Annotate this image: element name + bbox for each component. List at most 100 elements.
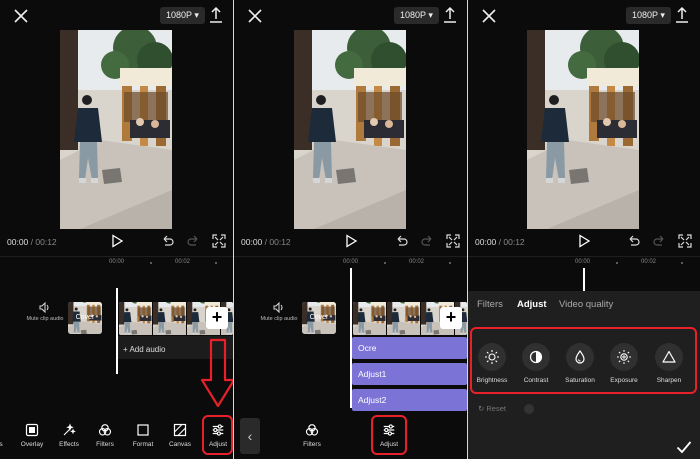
undo-icon[interactable] [627,234,641,248]
highlight-adjust-tool [202,415,233,455]
timeline-divider [468,256,700,257]
ruler-start: 00:00 [109,259,125,265]
playhead[interactable] [583,268,585,291]
tool-filters-label: Filters [303,441,321,448]
undo-icon[interactable] [161,234,175,248]
tab-video-quality[interactable]: Video quality [559,299,613,310]
ruler-dot [449,262,451,264]
timecode: 00:00 / 00:12 [7,237,57,247]
tab-filters[interactable]: Filters [477,299,503,310]
tool-effects-label: Effects [59,441,79,448]
ruler-dot [681,262,683,264]
export-icon[interactable] [442,6,458,24]
add-clip-button[interactable]: + [440,307,462,329]
mute-clip-audio-label: Mute clip audio [260,316,298,322]
export-icon[interactable] [208,6,224,24]
add-audio-button[interactable]: + Add audio [123,345,165,354]
export-icon[interactable] [674,6,690,24]
reset-indicator [524,404,534,414]
tab-adjust[interactable]: Adjust [517,299,547,310]
tool-filters-label: Filters [96,441,114,448]
annotation-arrow-icon [200,338,233,408]
speaker-icon [273,302,283,313]
tool-format-label: Format [132,441,154,448]
ruler-mark: 00:02 [175,259,191,265]
redo-icon[interactable] [186,234,200,248]
total-time: / 00:12 [30,237,57,247]
confirm-check-icon[interactable] [676,440,692,454]
ruler-dot [384,262,386,264]
tool-effects[interactable]: Effects [54,423,84,448]
redo-icon[interactable] [420,234,434,248]
mute-clip-audio-button[interactable]: Mute clip audio [20,302,70,323]
clip-frame [353,302,386,335]
total-time: / 00:12 [498,237,525,247]
reset-button[interactable]: ↻ Reset [478,404,506,413]
ruler-dot [215,262,217,264]
adjust-track-adjust1[interactable]: Adjust1 [352,363,467,385]
close-icon[interactable] [246,7,264,25]
tool-overlay-label: Overlay [20,441,44,448]
redo-icon[interactable] [652,234,666,248]
back-button[interactable]: ‹ [240,418,260,454]
tool-partial-label: s [0,441,3,448]
resolution-label: 1080P [400,10,426,20]
tool-canvas[interactable]: Canvas [165,423,195,448]
current-time: 00:00 [7,237,29,247]
current-time: 00:00 [241,237,263,247]
resolution-dropdown[interactable]: 1080P ▾ [394,7,439,24]
cover-button[interactable]: Cover [68,302,102,334]
resolution-dropdown[interactable]: 1080P ▾ [160,7,205,24]
tool-filters[interactable]: Filters [90,423,120,448]
cover-button[interactable]: Cover [302,302,336,334]
adjust-track-adjust2[interactable]: Adjust2 [352,389,467,411]
timeline-divider [234,256,467,257]
speaker-icon [39,302,49,313]
cover-label: Cover [309,314,329,321]
tool-filters[interactable]: Filters [297,423,327,448]
ruler-start: 00:00 [343,259,359,265]
caret-down-icon: ▾ [660,10,665,20]
fullscreen-icon[interactable] [678,234,692,248]
timecode: 00:00 / 00:12 [475,237,525,247]
clip-frame [119,302,152,335]
effects-icon [63,423,76,436]
mute-clip-audio-button[interactable]: Mute clip audio [254,302,304,323]
resolution-dropdown[interactable]: 1080P ▾ [626,7,671,24]
reset-icon: ↻ [478,404,485,413]
ruler-dot [616,262,618,264]
play-icon[interactable] [110,234,124,248]
resolution-label: 1080P [166,10,192,20]
total-time: / 00:12 [264,237,291,247]
undo-icon[interactable] [395,234,409,248]
fullscreen-icon[interactable] [212,234,226,248]
video-preview [60,30,172,229]
playhead[interactable] [116,288,118,374]
canvas-icon [173,423,187,437]
resolution-label: 1080P [632,10,658,20]
close-icon[interactable] [480,7,498,25]
adjust-track-ocre[interactable]: Ocre [352,337,467,359]
clip-frame [153,302,186,335]
close-icon[interactable] [12,7,30,25]
video-preview [294,30,406,229]
video-preview [527,30,639,229]
tool-format[interactable]: Format [128,423,158,448]
filters-icon [305,423,319,437]
timeline-divider [0,256,233,257]
format-icon [137,424,149,436]
ruler-dot [150,262,152,264]
current-time: 00:00 [475,237,497,247]
partial-tool-icon [0,423,8,437]
tool-overlay[interactable]: Overlay [17,423,47,448]
caret-down-icon: ▾ [428,10,433,20]
ruler-start: 00:00 [575,259,591,265]
tool-partial[interactable]: s [0,423,16,448]
editor-panel-main: 1080P ▾ 00:00 / 00:12 00:00 00:02 Mute c… [0,0,233,459]
fullscreen-icon[interactable] [446,234,460,248]
tool-canvas-label: Canvas [168,441,192,448]
highlight-adjust-tool [371,415,407,455]
play-icon[interactable] [344,234,358,248]
play-icon[interactable] [577,234,591,248]
add-clip-button[interactable]: + [206,307,228,329]
